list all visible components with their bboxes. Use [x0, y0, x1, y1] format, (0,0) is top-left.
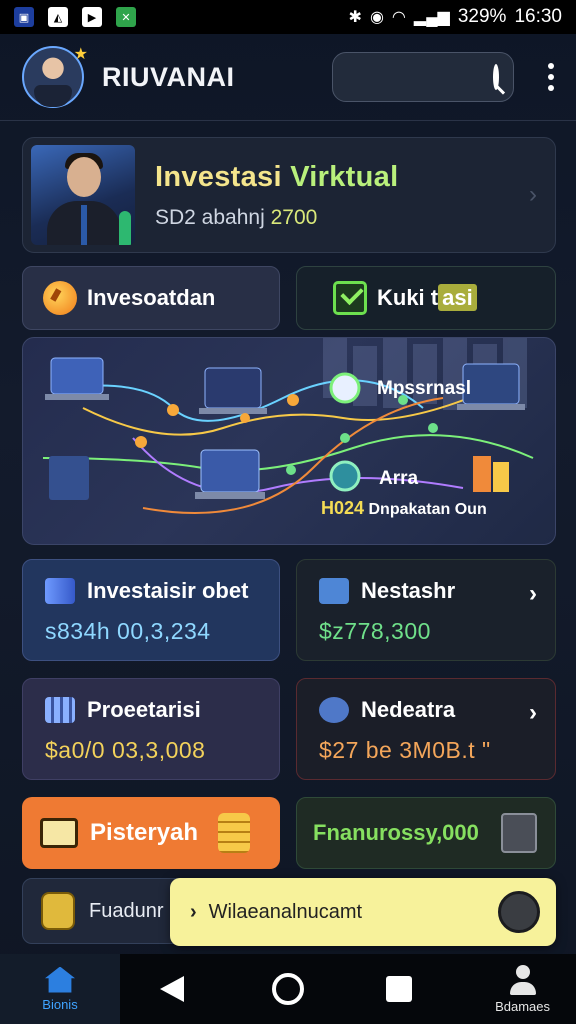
stat-card-data[interactable]: Nedeatra $27 be 3M0B.t " ›: [296, 678, 556, 780]
chart-pie-icon: [43, 281, 77, 315]
nav-home-label: Bionis: [42, 996, 78, 1012]
profile-photo: [31, 145, 135, 245]
clock: 16:30: [514, 6, 562, 27]
signal-icon: ▂▄▆: [413, 9, 450, 26]
card-value: s834h 00,3,234: [45, 618, 211, 644]
chevron-right-icon[interactable]: ›: [529, 580, 537, 608]
app-notification-icon: ▣: [14, 7, 34, 27]
app-notification-icon: ◭: [48, 7, 68, 27]
checklist-button[interactable]: Kuki t asi: [296, 266, 556, 330]
card-value: $a0/0 03,3,008: [45, 737, 206, 763]
profile-card-title: Investasi Virktual: [155, 160, 399, 193]
hero-label-2: Arra: [379, 468, 419, 489]
profile-card-subtitle: SD2 abahnj 2700: [155, 205, 318, 229]
search-box[interactable]: [272, 52, 514, 102]
home-icon: [45, 966, 75, 993]
hero-banner[interactable]: Mpssrnasl Arra H024 Dnpakatan Oun: [22, 337, 556, 545]
chevron-right-icon[interactable]: ›: [529, 181, 537, 209]
card-title: Proeetarisi: [87, 697, 201, 722]
card-value: $27 be 3M0B.t ": [319, 737, 491, 763]
toast-notification[interactable]: › Wilaeanalnucamt: [170, 878, 556, 946]
bluetooth-icon: ✱: [348, 9, 362, 26]
home-button-icon[interactable]: [272, 973, 304, 1005]
monitor-icon: [40, 818, 78, 848]
user-avatar[interactable]: ★: [22, 46, 88, 108]
promo-card-label: Pisteryah: [90, 819, 199, 846]
speaker-icon[interactable]: [498, 891, 540, 933]
search-icon[interactable]: [493, 64, 499, 90]
card-title: Nestashr: [361, 578, 456, 603]
battery-text: 329%: [457, 6, 507, 27]
settings-icon: [319, 697, 349, 723]
status-indicators: ✱ ◉ ◠ ▂▄▆ 329% 16:30: [349, 6, 562, 28]
nav-profile[interactable]: Bdamaes: [495, 964, 550, 1014]
stat-card-savings[interactable]: Nestashr $z778,300 ›: [296, 559, 556, 661]
stat-card-projects[interactable]: Proeetarisi $a0/0 03,3,008: [22, 678, 280, 780]
investments-label: Invesoatdan: [87, 285, 216, 310]
app-header: ★ RIUVANAI: [0, 34, 576, 120]
chevron-right-icon: ›: [190, 900, 197, 923]
card-title: Investaisir obet: [87, 578, 249, 603]
avatar-body: [34, 85, 72, 107]
alarm-icon: ◉: [369, 9, 384, 26]
header-divider: [0, 120, 576, 121]
search-input[interactable]: [272, 68, 493, 86]
checkbox-icon: [333, 281, 367, 315]
wifi-icon: ◠: [391, 9, 406, 26]
crown-icon: ★: [73, 46, 88, 63]
back-icon[interactable]: [160, 976, 184, 1002]
checklist-label: Kuki t asi: [377, 284, 477, 311]
card-value: $z778,300: [319, 618, 431, 644]
app-screen: ▣ ◭ ▶ ✕ ✱ ◉ ◠ ▂▄▆ 329% 16:30 ★ RIUVANAI …: [0, 0, 576, 1024]
profile-card[interactable]: Investasi Virktual SD2 abahnj 2700 ›: [22, 137, 556, 253]
more-options-icon[interactable]: [548, 63, 554, 91]
document-icon: [319, 578, 349, 604]
nav-profile-label: Bdamaes: [495, 998, 550, 1014]
nav-home[interactable]: Bionis: [0, 954, 120, 1024]
calendar-icon: [45, 697, 75, 723]
username: RIUVANAI: [102, 61, 235, 92]
recent-apps-icon[interactable]: [386, 976, 412, 1002]
stat-card-investments[interactable]: Investaisir obet s834h 00,3,234: [22, 559, 280, 661]
toast-text: Wilaeanalnucamt: [208, 900, 363, 923]
promo-card-orange[interactable]: Pisteryah: [22, 797, 280, 869]
bottom-list-card-label: Fuadunr: [89, 899, 164, 922]
profile-icon: [509, 964, 536, 995]
coins-icon: [218, 813, 250, 853]
shield-icon: [41, 892, 75, 930]
status-bar: ▣ ◭ ▶ ✕ ✱ ◉ ◠ ▂▄▆ 329% 16:30: [0, 0, 576, 34]
profile-card-text: Investasi Virktual SD2 abahnj 2700: [155, 161, 398, 230]
finance-card[interactable]: Fnanurossy,000: [296, 797, 556, 869]
hero-label-1: Mpssrnasl: [377, 378, 471, 399]
chevron-right-icon[interactable]: ›: [529, 699, 537, 727]
bottom-navigation: Bionis Bdamaes: [0, 954, 576, 1024]
card-title: Nedeatra: [361, 697, 456, 722]
hero-label-3: H024 Dnpakatan Oun: [321, 498, 487, 518]
investments-button[interactable]: Invesoatdan: [22, 266, 280, 330]
app-notification-icon: ✕: [116, 7, 136, 27]
finance-card-label: Fnanurossy,000: [313, 820, 479, 845]
safe-icon: [501, 813, 537, 853]
wallet-icon: [45, 578, 75, 604]
app-notification-icon: ▶: [82, 7, 102, 27]
